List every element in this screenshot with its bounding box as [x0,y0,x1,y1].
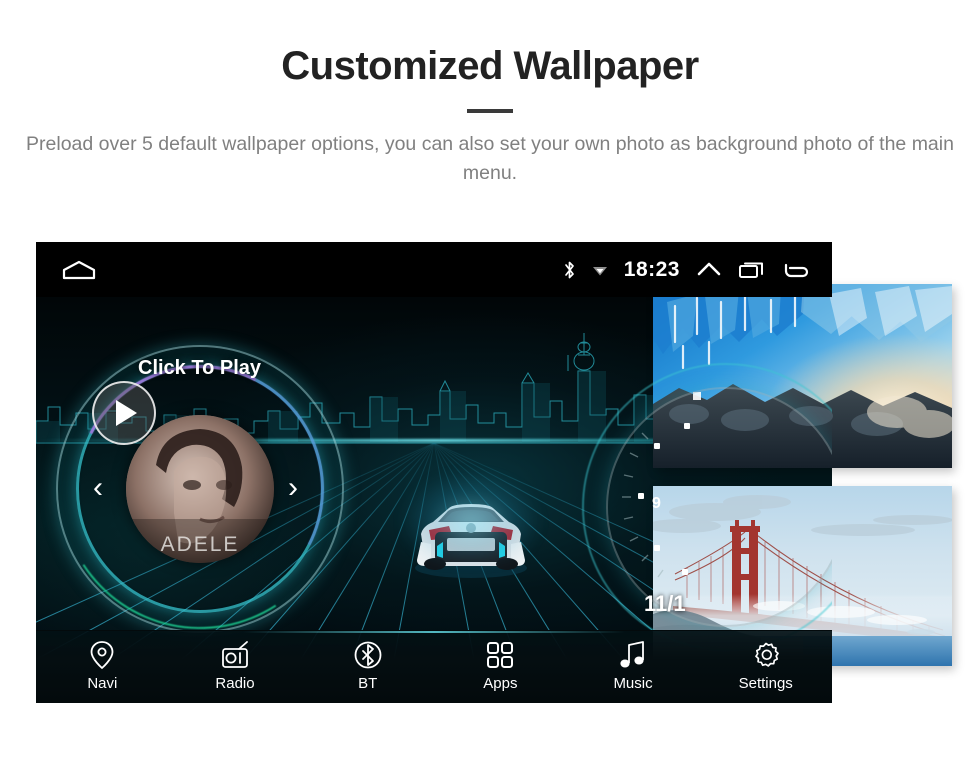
page-subtitle: Preload over 5 default wallpaper options… [26,133,954,184]
gauge-ticks [622,423,690,578]
back-icon[interactable] [782,260,810,280]
dock-label-apps: Apps [483,675,518,692]
status-bar-clock: 18:23 [623,257,680,281]
gauge-widget[interactable]: 9 [576,357,832,657]
app-dock: Navi Radio BT Apps Music Settings [36,630,832,703]
dock-label-music: Music [613,675,653,692]
media-widget[interactable]: ADELE ‹ › [36,322,367,656]
promo-header: Customized Wallpaper Preload over 5 defa… [0,0,980,188]
wifi-icon [592,263,608,277]
home-icon[interactable] [62,260,96,280]
car-graphic [391,472,551,592]
chevron-up-icon[interactable] [696,260,722,280]
home-wallpaper: ADELE ‹ › Click To Play 9 11/1 Navi Radi… [36,297,832,703]
dock-label-settings: Settings [738,675,793,692]
play-icon[interactable] [92,381,156,445]
dock-item-music[interactable]: Music [567,631,700,692]
dock-item-bt[interactable]: BT [301,631,434,692]
dock-label-radio: Radio [215,675,255,692]
location-pin-icon [89,640,115,670]
status-bar-right: 18:23 [547,258,832,282]
dock-item-settings[interactable]: Settings [699,631,832,692]
title-divider [467,109,513,113]
dock-edge-glow [36,631,832,633]
home-date-label: 11/1 [644,591,686,616]
music-note-icon [619,640,647,670]
dock-item-apps[interactable]: Apps [434,631,567,692]
grid-apps-icon [486,640,514,670]
status-bar: 18:23 [36,242,832,297]
bluetooth-icon [563,260,576,280]
radio-icon [220,640,250,670]
click-to-play-label[interactable]: Click To Play [138,357,261,380]
dock-label-navi: Navi [87,675,118,692]
album-art[interactable]: ADELE [126,415,274,563]
album-artist-name: ADELE [160,533,240,556]
bluetooth-circle-icon [353,640,383,670]
chevron-right-icon[interactable]: › [288,473,298,503]
dock-item-radio[interactable]: Radio [169,631,302,692]
gear-icon [751,640,781,670]
gauge-tick-label: 9 [652,495,661,512]
chevron-left-icon[interactable]: ‹ [93,473,103,503]
recents-icon[interactable] [738,260,766,280]
page-title: Customized Wallpaper [281,44,699,88]
dock-item-navi[interactable]: Navi [36,631,169,692]
dock-label-bt: BT [358,675,378,692]
